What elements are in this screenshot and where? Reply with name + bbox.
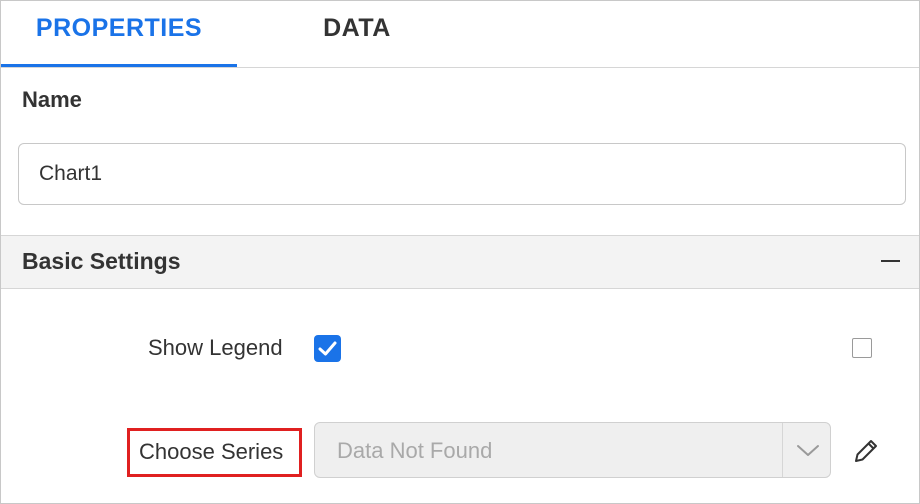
name-label: Name [22,87,82,112]
basic-settings-title: Basic Settings [22,248,181,274]
choose-series-dropdown[interactable]: Data Not Found [314,422,831,478]
choose-series-label: Choose Series [139,439,284,464]
tab-data[interactable]: DATA [237,1,477,67]
choose-series-value: Data Not Found [337,438,493,463]
basic-settings-header[interactable]: Basic Settings [1,235,919,289]
show-legend-label: Show Legend [148,335,283,360]
legend-side-checkbox[interactable] [852,338,872,358]
active-tab-indicator [1,64,237,67]
checkmark-icon [318,341,337,356]
show-legend-checkbox[interactable] [314,335,341,362]
name-input[interactable] [18,143,906,205]
tab-properties[interactable]: PROPERTIES [1,1,237,67]
collapse-minus-icon[interactable] [880,249,902,273]
dropdown-divider [782,423,783,477]
tab-bar: PROPERTIES DATA [1,1,919,68]
chevron-down-icon[interactable] [795,441,821,459]
pencil-edit-icon[interactable] [853,436,881,464]
properties-panel: PROPERTIES DATA Name Basic Settings Show… [0,0,920,504]
